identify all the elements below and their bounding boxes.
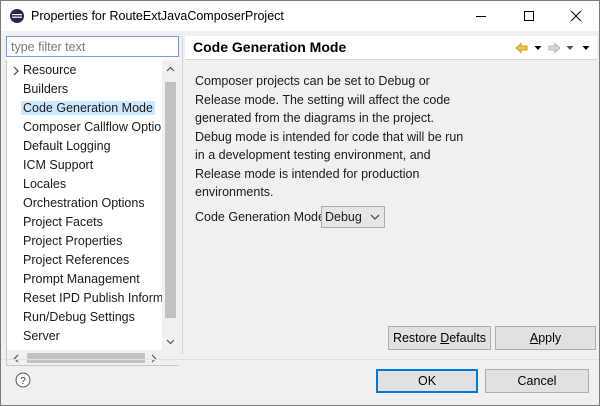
description-line: generated from the diagrams in the proje… (195, 111, 435, 125)
tree-item-resource[interactable]: Resource (7, 61, 162, 80)
help-icon[interactable]: ? (15, 372, 31, 388)
code-generation-mode-label: Code Generation Mode (195, 210, 325, 224)
tree-item-composer-callflow-options[interactable]: Composer Callflow Optio (7, 118, 162, 137)
tree-item-label: Code Generation Mode (21, 101, 155, 115)
description-line: Release mode. The setting will affect th… (195, 92, 451, 107)
tree-item-run-debug-settings[interactable]: Run/Debug Settings (7, 308, 162, 327)
left-panel: Resource Builders Code Generation Mode C… (6, 36, 179, 366)
page-nav (515, 40, 593, 56)
cancel-button[interactable]: Cancel (485, 369, 589, 393)
description-line: Debug mode is intended for code that wil… (195, 129, 464, 144)
tree-item-label: Composer Callflow Optio (23, 120, 162, 134)
svg-text:?: ? (20, 376, 26, 387)
scrollbar-corner (162, 350, 179, 365)
back-dropdown-icon[interactable] (531, 41, 545, 55)
minimize-button[interactable] (459, 1, 503, 31)
description-line: in a development testing environment, an… (195, 148, 431, 162)
tree-item-label: Server (23, 329, 60, 343)
page-description: Composer projects can be set to Debug or… (195, 72, 585, 202)
tree-item-label: Prompt Management (23, 272, 140, 286)
tree-item-orchestration-options[interactable]: Orchestration Options (7, 194, 162, 213)
tree-item-label: Default Logging (23, 139, 111, 153)
bottom-divider (1, 359, 599, 360)
button-label-post: efaults (449, 331, 487, 345)
tree-horizontal-scrollbar[interactable] (7, 350, 179, 365)
maximize-icon (524, 11, 534, 21)
vertical-scroll-thumb[interactable] (165, 82, 176, 318)
close-icon (570, 10, 582, 22)
description-line: Release mode is intended for production (195, 166, 420, 181)
tree-item-reset-ipd-publish-information[interactable]: Reset IPD Publish Informa (7, 289, 162, 308)
tree-item-locales[interactable]: Locales (7, 175, 162, 194)
eclipse-app-icon (9, 8, 25, 24)
tree-vertical-scrollbar[interactable] (162, 60, 179, 350)
close-button[interactable] (554, 1, 598, 31)
properties-dialog: Properties for RouteExtJavaComposerProje… (0, 0, 600, 406)
tree-item-label: ICM Support (23, 158, 94, 172)
button-mnemonic: A (529, 331, 539, 345)
scroll-right-icon[interactable] (145, 350, 162, 365)
tree-item-label: Run/Debug Settings (23, 310, 135, 324)
tree-item-label: Orchestration Options (23, 196, 145, 210)
ok-button[interactable]: OK (376, 369, 478, 393)
chevron-down-icon (369, 211, 381, 223)
property-tree: Resource Builders Code Generation Mode C… (6, 60, 179, 366)
description-line: environments. (195, 185, 274, 199)
forward-arrow-icon[interactable] (547, 41, 561, 55)
title-bar: Properties for RouteExtJavaComposerProje… (1, 1, 599, 31)
tree-item-server[interactable]: Server (7, 327, 162, 346)
button-mnemonic: D (440, 331, 450, 345)
button-label-post: pply (538, 331, 562, 345)
right-panel: Code Generation Mode Composer projects c… (185, 36, 597, 354)
apply-button[interactable]: Apply (495, 326, 596, 350)
horizontal-scroll-thumb[interactable] (27, 353, 145, 363)
select-value: Debug (325, 210, 362, 224)
description-line: Composer projects can be set to Debug or (195, 74, 430, 88)
tree-item-prompt-management[interactable]: Prompt Management (7, 270, 162, 289)
tree-item-label: Reset IPD Publish Informa (23, 291, 162, 305)
chevron-right-icon[interactable] (11, 61, 21, 80)
tree-item-label: Builders (23, 82, 69, 96)
scroll-up-icon[interactable] (162, 60, 179, 77)
tree-item-code-generation-mode[interactable]: Code Generation Mode (7, 99, 162, 118)
tree-item-icm-support[interactable]: ICM Support (7, 156, 162, 175)
tree-item-project-facets[interactable]: Project Facets (7, 213, 162, 232)
panel-sash[interactable] (182, 36, 183, 354)
tree-item-project-references[interactable]: Project References (7, 251, 162, 270)
back-arrow-icon[interactable] (515, 41, 529, 55)
scroll-left-icon[interactable] (7, 350, 24, 365)
tree-item-label: Project Properties (23, 234, 123, 248)
minimize-icon (476, 16, 486, 17)
tree-item-default-logging[interactable]: Default Logging (7, 137, 162, 156)
view-menu-icon[interactable] (579, 41, 593, 55)
page-title: Code Generation Mode (193, 39, 347, 55)
filter-input[interactable] (6, 36, 179, 57)
tree-item-label: Locales (23, 177, 67, 191)
tree-item-project-properties[interactable]: Project Properties (7, 232, 162, 251)
tree-item-builders[interactable]: Builders (7, 80, 162, 99)
tree-item-label: Resource (23, 63, 77, 77)
tree-item-label: Project Facets (23, 215, 103, 229)
tree-list: Resource Builders Code Generation Mode C… (7, 60, 162, 350)
scroll-down-icon[interactable] (162, 333, 179, 350)
tree-item-label: Project References (23, 253, 130, 267)
page-header: Code Generation Mode (185, 36, 597, 60)
restore-defaults-button[interactable]: Restore Defaults (388, 326, 491, 350)
forward-dropdown-icon[interactable] (563, 41, 577, 55)
code-generation-mode-select[interactable]: Debug (321, 206, 385, 228)
maximize-button[interactable] (507, 1, 551, 31)
window-title: Properties for RouteExtJavaComposerProje… (31, 9, 284, 23)
button-label-pre: Restore (392, 331, 441, 345)
